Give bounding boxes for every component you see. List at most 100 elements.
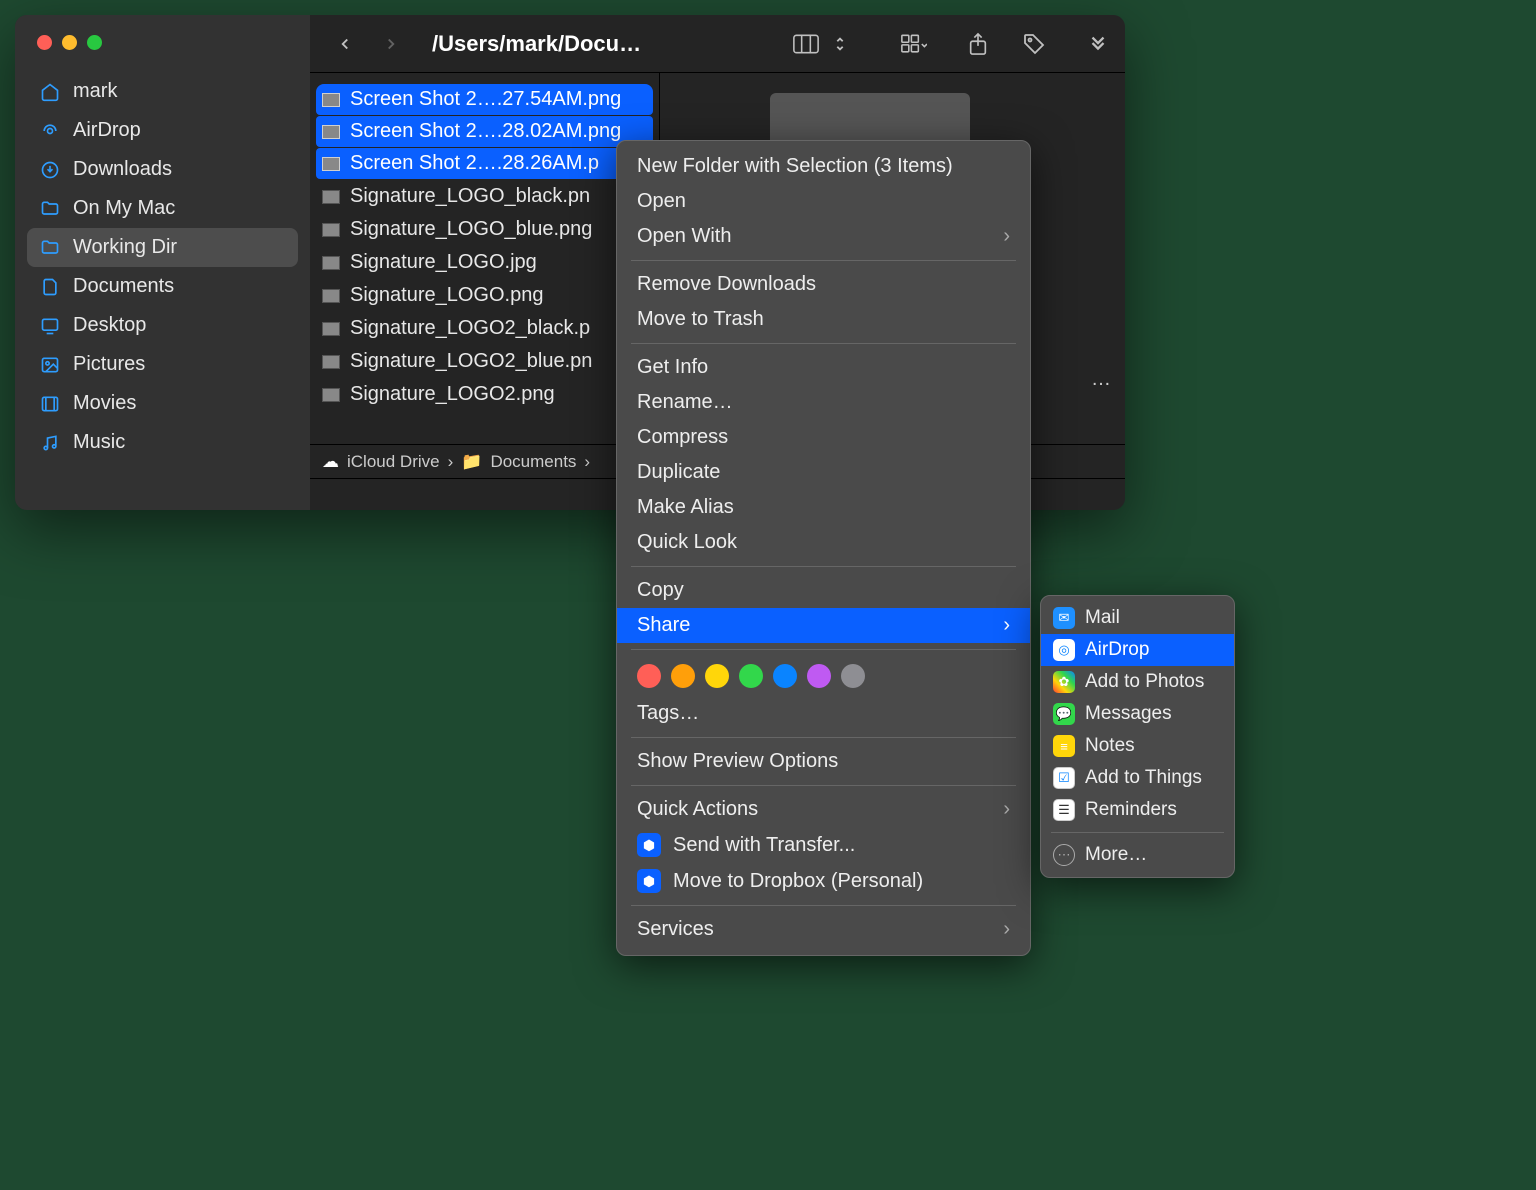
file-row[interactable]: Signature_LOGO.png	[310, 279, 659, 312]
menu-new-folder[interactable]: New Folder with Selection (3 Items)	[617, 149, 1030, 184]
sidebar-item-desktop[interactable]: Desktop	[27, 306, 298, 345]
sidebar-item-documents[interactable]: Documents	[27, 267, 298, 306]
share-more[interactable]: ⋯More…	[1041, 839, 1234, 871]
file-thumbnail	[322, 355, 340, 369]
share-add-to-photos[interactable]: ✿Add to Photos	[1041, 666, 1234, 698]
share-mail[interactable]: ✉Mail	[1041, 602, 1234, 634]
share-add-to-things[interactable]: ☑Add to Things	[1041, 762, 1234, 794]
file-name: Signature_LOGO_blue.png	[350, 218, 592, 241]
group-icon[interactable]	[901, 31, 927, 57]
menu-open[interactable]: Open	[617, 184, 1030, 219]
mail-icon: ✉	[1053, 607, 1075, 629]
share-icon[interactable]	[965, 31, 991, 57]
zoom-button[interactable]	[87, 35, 102, 50]
file-name: Signature_LOGO2_black.p	[350, 317, 590, 340]
sidebar-item-on-my-mac[interactable]: On My Mac	[27, 189, 298, 228]
menu-move-to-dropbox[interactable]: ⬢Move to Dropbox (Personal)	[617, 863, 1030, 899]
more-icon[interactable]	[1085, 31, 1111, 57]
tag-red[interactable]	[637, 664, 661, 688]
breadcrumb-item[interactable]: iCloud Drive	[347, 452, 440, 472]
file-thumbnail	[322, 289, 340, 303]
file-thumbnail	[322, 256, 340, 270]
tag-orange[interactable]	[671, 664, 695, 688]
airdrop-icon: ◎	[1053, 639, 1075, 661]
file-thumbnail	[322, 125, 340, 139]
sidebar-item-label: Pictures	[73, 353, 145, 376]
file-name: Signature_LOGO.png	[350, 284, 543, 307]
view-columns-icon[interactable]	[793, 31, 819, 57]
more-icon: ⋯	[1053, 844, 1075, 866]
menu-separator	[631, 260, 1016, 261]
sidebar-item-downloads[interactable]: Downloads	[27, 150, 298, 189]
path-title: /Users/mark/Docu…	[432, 31, 641, 57]
minimize-button[interactable]	[62, 35, 77, 50]
share-notes[interactable]: ≡Notes	[1041, 730, 1234, 762]
tag-yellow[interactable]	[705, 664, 729, 688]
file-row[interactable]: Screen Shot 2….27.54AM.png	[316, 84, 653, 115]
menu-get-info[interactable]: Get Info	[617, 350, 1030, 385]
sidebar-item-movies[interactable]: Movies	[27, 384, 298, 423]
chevron-right-icon: ›	[1003, 225, 1010, 248]
tag-purple[interactable]	[807, 664, 831, 688]
share-submenu[interactable]: ✉Mail ◎AirDrop ✿Add to Photos 💬Messages …	[1040, 595, 1235, 878]
menu-quick-look[interactable]: Quick Look	[617, 525, 1030, 560]
file-name: Signature_LOGO2_blue.pn	[350, 350, 592, 373]
sidebar-item-music[interactable]: Music	[27, 423, 298, 462]
file-name: Screen Shot 2….28.02AM.png	[350, 120, 621, 143]
updown-icon[interactable]	[827, 31, 853, 57]
sidebar-item-airdrop[interactable]: AirDrop	[27, 111, 298, 150]
chevron-icon: ›	[448, 452, 454, 472]
file-row[interactable]: Signature_LOGO2_black.p	[310, 312, 659, 345]
tag-blue[interactable]	[773, 664, 797, 688]
nav-buttons	[332, 31, 404, 57]
menu-show-preview-options[interactable]: Show Preview Options	[617, 744, 1030, 779]
menu-duplicate[interactable]: Duplicate	[617, 455, 1030, 490]
file-row[interactable]: Screen Shot 2….28.02AM.png	[316, 116, 653, 147]
back-button[interactable]	[332, 31, 358, 57]
file-row[interactable]: Signature_LOGO.jpg	[310, 246, 659, 279]
menu-send-with-transfer[interactable]: ⬢Send with Transfer...	[617, 827, 1030, 863]
tag-gray[interactable]	[841, 664, 865, 688]
tag-green[interactable]	[739, 664, 763, 688]
menu-tags[interactable]: Tags…	[617, 696, 1030, 731]
cloud-icon: ☁︎	[322, 452, 339, 472]
share-messages[interactable]: 💬Messages	[1041, 698, 1234, 730]
menu-quick-actions[interactable]: Quick Actions›	[617, 792, 1030, 827]
forward-button[interactable]	[378, 31, 404, 57]
menu-make-alias[interactable]: Make Alias	[617, 490, 1030, 525]
menu-compress[interactable]: Compress	[617, 420, 1030, 455]
file-row[interactable]: Signature_LOGO_blue.png	[310, 213, 659, 246]
sidebar-item-pictures[interactable]: Pictures	[27, 345, 298, 384]
file-row[interactable]: Signature_LOGO2.png	[310, 378, 659, 411]
close-button[interactable]	[37, 35, 52, 50]
menu-remove-downloads[interactable]: Remove Downloads	[617, 267, 1030, 302]
chevron-icon: ›	[584, 452, 590, 472]
tag-color-row	[617, 656, 1030, 696]
download-icon	[39, 159, 61, 181]
sidebar-item-working-dir[interactable]: Working Dir	[27, 228, 298, 267]
folder-icon: 📁	[461, 452, 482, 472]
breadcrumb-item[interactable]: Documents	[490, 452, 576, 472]
menu-copy[interactable]: Copy	[617, 573, 1030, 608]
menu-rename[interactable]: Rename…	[617, 385, 1030, 420]
file-thumbnail	[322, 157, 340, 171]
file-name: Screen Shot 2….28.26AM.p	[350, 152, 599, 175]
menu-separator	[1051, 832, 1224, 833]
menu-separator	[631, 785, 1016, 786]
file-row[interactable]: Screen Shot 2….28.26AM.p	[316, 148, 653, 179]
file-list[interactable]: Screen Shot 2….27.54AM.png Screen Shot 2…	[310, 73, 660, 444]
film-icon	[39, 393, 61, 415]
menu-open-with[interactable]: Open With›	[617, 219, 1030, 254]
menu-share[interactable]: Share›	[617, 608, 1030, 643]
menu-move-to-trash[interactable]: Move to Trash	[617, 302, 1030, 337]
share-reminders[interactable]: ☰Reminders	[1041, 794, 1234, 826]
context-menu[interactable]: New Folder with Selection (3 Items) Open…	[616, 140, 1031, 956]
sidebar-item-label: Documents	[73, 275, 174, 298]
sidebar-item-mark[interactable]: mark	[27, 72, 298, 111]
share-airdrop[interactable]: ◎AirDrop	[1041, 634, 1234, 666]
file-row[interactable]: Signature_LOGO_black.pn	[310, 180, 659, 213]
file-row[interactable]: Signature_LOGO2_blue.pn	[310, 345, 659, 378]
menu-services[interactable]: Services›	[617, 912, 1030, 947]
tag-icon[interactable]	[1021, 31, 1047, 57]
sidebar-item-label: Movies	[73, 392, 136, 415]
